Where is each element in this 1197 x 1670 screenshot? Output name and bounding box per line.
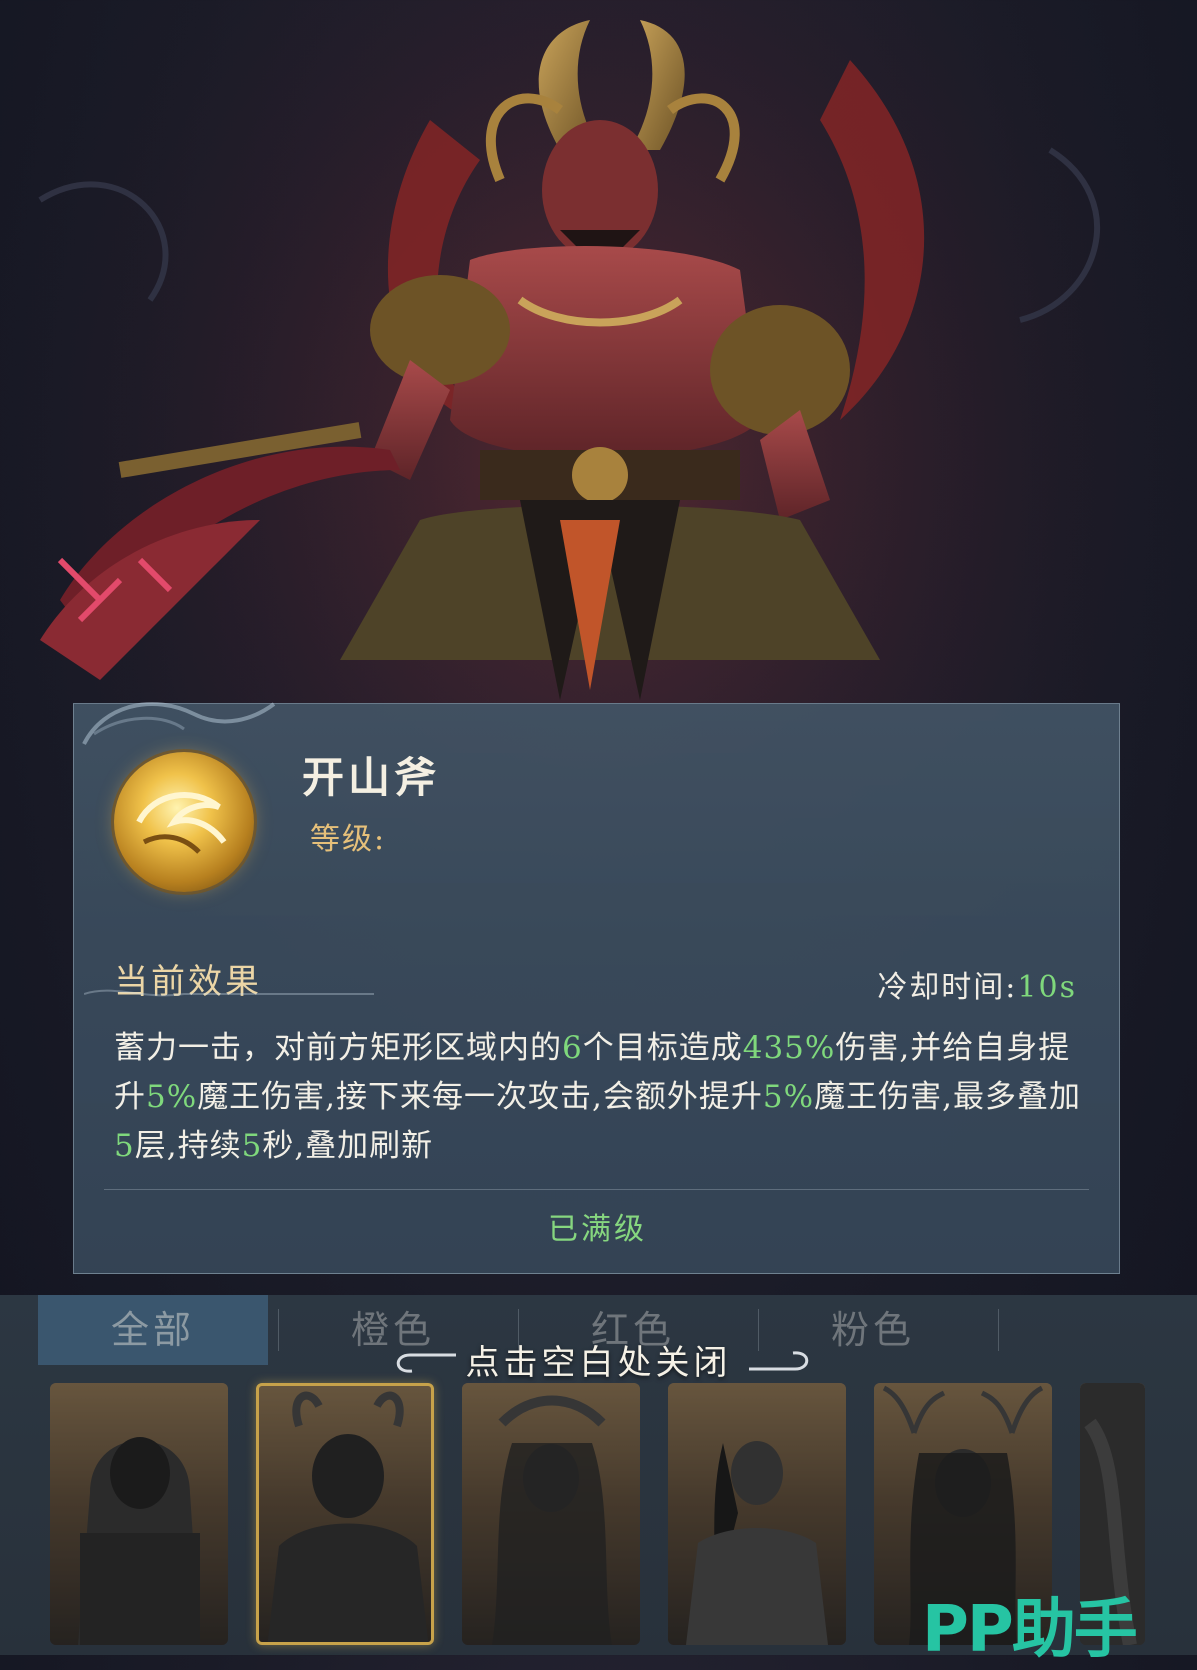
desc-highlight: 5% (146, 1079, 198, 1115)
cooldown-info: 冷却时间:10s (877, 962, 1077, 1006)
panel-divider (104, 1189, 1089, 1190)
character-card-hooded-warrior[interactable] (50, 1383, 228, 1645)
desc-highlight: 435% (742, 1030, 836, 1066)
desc-segment: 魔王伤害,接下来每一次攻击,会额外提升 (197, 1079, 763, 1115)
desc-segment: 魔王伤害,最多叠加 (814, 1079, 1081, 1115)
card-dim-overlay (50, 1383, 228, 1645)
card-dim-overlay (668, 1383, 846, 1645)
max-level-status: 已满级 (548, 1212, 647, 1247)
golden-swirl-skill-icon (136, 792, 227, 854)
skill-level-label: 等级: (310, 822, 387, 857)
desc-highlight: 5 (241, 1128, 263, 1164)
skill-detail-panel: 开山斧 等级: 当前效果 冷却时间:10s 蓄力一击，对前方矩形区域内的6个目标… (73, 702, 1120, 1274)
desc-segment: 蓄力一击，对前方矩形区域内的 (114, 1030, 562, 1066)
section-underline-decoration (84, 989, 374, 997)
desc-segment: 秒,叠加刷新 (262, 1128, 434, 1164)
desc-highlight: 5 (114, 1128, 135, 1164)
watermark-logo: PP助手 (922, 1593, 1138, 1667)
card-dim-overlay (259, 1386, 431, 1642)
desc-segment: 个目标造成 (582, 1030, 743, 1066)
card-dim-overlay (462, 1383, 640, 1645)
skill-description: 蓄力一击，对前方矩形区域内的6个目标造成435%伤害,并给自身提升5%魔王伤害,… (114, 1024, 1094, 1171)
skill-icon (114, 752, 254, 892)
cooldown-value: 10s (1017, 970, 1077, 1005)
close-hint[interactable]: 点击空白处关闭 (0, 1335, 1197, 1384)
desc-highlight: 5% (762, 1079, 815, 1115)
desc-segment: 层,持续 (134, 1128, 242, 1164)
character-card-crowned-goddess[interactable] (462, 1383, 640, 1645)
cloud-swirl-decoration (82, 702, 276, 745)
cooldown-label: 冷却时间: (877, 970, 1018, 1005)
character-card-long-haired-swordsman[interactable] (668, 1383, 846, 1645)
character-card-horned-demon-king[interactable] (256, 1383, 434, 1645)
desc-highlight: 6 (562, 1030, 583, 1066)
skill-name: 开山斧 (302, 753, 441, 802)
